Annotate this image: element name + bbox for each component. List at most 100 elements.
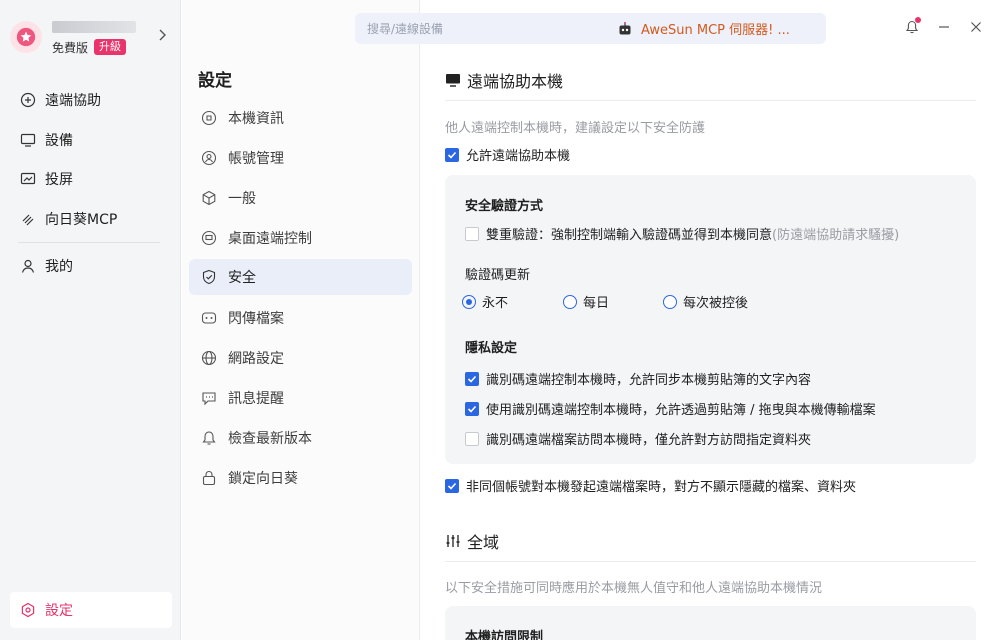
- privacy-title: 隱私設定: [465, 341, 518, 356]
- settings-item-check-update[interactable]: 檢查最新版本: [189, 420, 412, 456]
- settings-item-device-info[interactable]: 本機資訊: [189, 100, 412, 136]
- checkbox-note: (防遠端協助請求騷擾): [772, 228, 900, 243]
- mcp-icon: [22, 214, 34, 226]
- settings-icon: [21, 602, 35, 618]
- section-hint: 以下安全措施可同時應用於本機無人值守和他人遠端協助本機情況: [445, 581, 823, 596]
- checkbox-unchecked[interactable]: [465, 226, 479, 241]
- sidebar-item-profile[interactable]: 我的: [10, 248, 172, 284]
- checkbox-checked[interactable]: [465, 401, 479, 416]
- checkbox-checked[interactable]: [445, 478, 459, 493]
- monitor-icon: [446, 74, 460, 87]
- sidebar-item-mcp[interactable]: 向日葵MCP: [10, 201, 172, 237]
- checkbox-unchecked[interactable]: [465, 431, 479, 446]
- section-divider: [445, 100, 976, 101]
- checkbox-label: 識別碼遠端檔案訪問本機時，僅允許對方訪問指定資料夾: [486, 433, 812, 448]
- sidebar-item-settings[interactable]: 設定: [10, 592, 172, 628]
- check-icon: [447, 482, 457, 490]
- desktop-remote-icon: [201, 230, 217, 246]
- message-icon: [202, 392, 216, 406]
- star-icon: [16, 27, 36, 47]
- allow-remote-assist-checkbox[interactable]: 允許遠端協助本機: [445, 145, 570, 164]
- section-title: 全域: [467, 533, 500, 552]
- checkbox-label: 使用識別碼遠端控制本機時，允許透過剪貼簿 / 拖曳與本機傳輸檔案: [486, 403, 876, 418]
- promo-banner[interactable]: AweSun MCP 伺服器! ...: [617, 19, 790, 38]
- screen-cast-icon: [20, 172, 36, 185]
- settings-item-desktop-remote[interactable]: 桌面遠端控制: [189, 220, 412, 256]
- sidebar-divider: [18, 242, 160, 243]
- access-limit-panel: 本機訪問限制: [445, 606, 976, 640]
- sidebar-item-remote-assist[interactable]: 遠端協助: [10, 82, 172, 118]
- promo-text: AweSun MCP 伺服器! ...: [641, 23, 790, 38]
- checkbox-label: 雙重驗證：強制控制端輸入驗證碼並得到本機同意: [486, 228, 773, 243]
- sidebar-item-screen-cast[interactable]: 投屏: [10, 161, 172, 197]
- device-info-icon: [201, 110, 217, 126]
- account-card[interactable]: 免費版 升級: [10, 14, 175, 60]
- checkbox-label: 非同個帳號對本機發起遠端檔案時，對方不顯示隱藏的檔案、資料夾: [466, 480, 857, 495]
- search-input[interactable]: [367, 21, 597, 36]
- settings-item-label: 閃傳檔案: [228, 311, 284, 327]
- radio-after-control[interactable]: 每次被控後: [663, 292, 748, 311]
- settings-item-notifications[interactable]: 訊息提醒: [189, 380, 412, 416]
- chevron-right-icon: [159, 29, 166, 41]
- lock-icon: [202, 471, 216, 486]
- flash-transfer-icon: [201, 312, 217, 324]
- settings-item-flash-transfer[interactable]: 閃傳檔案: [189, 300, 412, 336]
- hide-hidden-files-checkbox[interactable]: 非同個帳號對本機發起遠端檔案時，對方不顯示隱藏的檔案、資料夾: [445, 476, 856, 495]
- settings-content: 遠端協助本機 他人遠端控制本機時，建議設定以下安全防護 允許遠端協助本機 安全驗…: [421, 50, 1000, 640]
- sidebar-item-label: 設定: [45, 603, 73, 619]
- settings-item-label: 訊息提醒: [228, 391, 284, 407]
- sliders-icon: [446, 535, 460, 547]
- notification-dot: [915, 17, 921, 23]
- minimize-button[interactable]: [935, 18, 953, 36]
- close-icon: [971, 22, 981, 32]
- shield-icon: [202, 269, 216, 285]
- double-verify-checkbox[interactable]: 雙重驗證：強制控制端輸入驗證碼並得到本機同意 (防遠端協助請求騷擾): [465, 224, 899, 243]
- radio-selected[interactable]: [462, 294, 476, 309]
- radio-unselected[interactable]: [563, 294, 577, 309]
- account-manage-icon: [201, 150, 217, 166]
- settings-item-label: 檢查最新版本: [228, 431, 312, 447]
- settings-item-label: 本機資訊: [228, 111, 284, 127]
- radio-never[interactable]: 永不: [462, 292, 508, 311]
- settings-item-security[interactable]: 安全: [189, 259, 412, 295]
- check-icon: [467, 405, 477, 413]
- radio-label: 每次被控後: [683, 296, 749, 311]
- settings-title: 設定: [198, 71, 232, 91]
- radio-label: 每日: [583, 296, 610, 311]
- checkbox-label: 允許遠端協助本機: [466, 149, 571, 164]
- monitor-icon: [20, 133, 36, 147]
- section-global-header: 全域: [445, 529, 499, 553]
- radio-unselected[interactable]: [663, 294, 677, 309]
- privacy-clipboard-file-checkbox[interactable]: 使用識別碼遠端控制本機時，允許透過剪貼簿 / 拖曳與本機傳輸檔案: [465, 399, 876, 418]
- sidebar-item-label: 我的: [45, 259, 73, 275]
- settings-item-label: 鎖定向日葵: [228, 471, 298, 487]
- settings-item-label: 帳號管理: [228, 151, 284, 167]
- plan-label: 免費版: [52, 40, 89, 55]
- search-bar[interactable]: AweSun MCP 伺服器! ...: [355, 13, 826, 44]
- verify-method-title: 安全驗證方式: [465, 199, 544, 214]
- settings-item-account[interactable]: 帳號管理: [189, 140, 412, 176]
- radio-daily[interactable]: 每日: [563, 292, 609, 311]
- settings-item-network[interactable]: 網路設定: [189, 340, 412, 376]
- code-update-label: 驗證碼更新: [465, 268, 531, 283]
- robot-icon: [619, 21, 631, 34]
- privacy-folder-checkbox[interactable]: 識別碼遠端檔案訪問本機時，僅允許對方訪問指定資料夾: [465, 429, 811, 448]
- checkbox-checked[interactable]: [465, 371, 479, 386]
- privacy-clipboard-text-checkbox[interactable]: 識別碼遠端控制本機時，允許同步本機剪貼簿的文字內容: [465, 369, 811, 388]
- radio-label: 永不: [482, 296, 509, 311]
- user-icon: [21, 259, 35, 273]
- settings-item-lock[interactable]: 鎖定向日葵: [189, 460, 412, 496]
- section-hint: 他人遠端控制本機時，建議設定以下安全防護: [445, 121, 706, 136]
- settings-item-label: 安全: [228, 270, 256, 286]
- security-panel: 安全驗證方式 雙重驗證：強制控制端輸入驗證碼並得到本機同意 (防遠端協助請求騷擾…: [445, 175, 976, 464]
- notification-button[interactable]: [903, 17, 921, 36]
- section-remote-assist-header: 遠端協助本機: [445, 68, 563, 92]
- sidebar-item-label: 遠端協助: [45, 93, 101, 109]
- checkbox-checked[interactable]: [445, 147, 459, 162]
- close-button[interactable]: [967, 18, 985, 36]
- section-divider: [445, 561, 976, 562]
- upgrade-button[interactable]: 升級: [94, 39, 127, 55]
- settings-item-general[interactable]: 一般: [189, 180, 412, 216]
- avatar[interactable]: [10, 21, 42, 53]
- sidebar-item-devices[interactable]: 設備: [10, 122, 172, 158]
